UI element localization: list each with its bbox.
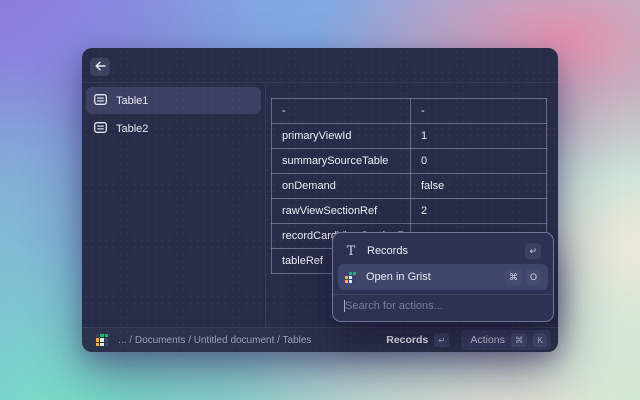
- table-row[interactable]: --: [272, 99, 547, 124]
- status-bar: ... / Documents / Untitled document / Ta…: [82, 327, 558, 352]
- enter-key-icon: ↵: [434, 333, 449, 347]
- command-palette: T Records ↵ Open in Grist ⌘ O: [332, 232, 554, 322]
- command-key-icon: ⌘: [505, 269, 522, 285]
- table-row[interactable]: summarySourceTable0: [272, 149, 547, 174]
- k-key-badge: K: [533, 333, 547, 347]
- shortcut-keys: ⌘ O: [505, 269, 541, 285]
- window-header: [82, 48, 558, 83]
- shortcut-keys: ↵: [525, 243, 541, 259]
- field-name-cell: summarySourceTable: [272, 149, 411, 174]
- command-key-icon: ⌘: [511, 333, 528, 347]
- table-icon: [94, 122, 107, 136]
- table-row[interactable]: rawViewSectionRef2: [272, 199, 547, 224]
- breadcrumb[interactable]: ... / Documents / Untitled document / Ta…: [118, 335, 378, 346]
- back-button[interactable]: [90, 58, 110, 76]
- field-value-cell: false: [411, 174, 547, 199]
- field-name-cell: onDemand: [272, 174, 411, 199]
- palette-item-label: Open in Grist: [366, 271, 431, 283]
- table-row[interactable]: primaryViewId1: [272, 124, 547, 149]
- field-name-cell: primaryViewId: [272, 124, 411, 149]
- field-value-cell: -: [411, 99, 547, 124]
- o-key-badge: O: [526, 269, 541, 285]
- text-caret: [344, 300, 345, 312]
- actions-shortcut-button[interactable]: Actions ⌘ K: [461, 330, 551, 350]
- table-row[interactable]: onDemandfalse: [272, 174, 547, 199]
- sidebar-item-table2[interactable]: Table2: [86, 115, 261, 142]
- grist-logo-icon: [345, 272, 356, 283]
- grist-logo-icon: [96, 334, 108, 346]
- field-value-cell: 0: [411, 149, 547, 174]
- actions-label: Actions: [470, 334, 504, 346]
- palette-item-label: Records: [367, 245, 408, 257]
- search-input[interactable]: [345, 300, 541, 312]
- sidebar-item-label: Table1: [116, 95, 148, 107]
- text-icon: T: [345, 244, 357, 259]
- records-shortcut-button[interactable]: Records ↵: [386, 333, 449, 347]
- palette-search-row: [333, 294, 553, 316]
- field-name-cell: -: [272, 99, 411, 124]
- palette-item-records[interactable]: T Records ↵: [338, 238, 548, 264]
- sidebar: Table1 Table2: [82, 83, 266, 327]
- palette-item-open-in-grist[interactable]: Open in Grist ⌘ O: [338, 264, 548, 290]
- field-value-cell: 2: [411, 199, 547, 224]
- sidebar-item-label: Table2: [116, 123, 148, 135]
- table-icon: [94, 94, 107, 108]
- records-label: Records: [386, 334, 428, 346]
- field-value-cell: 1: [411, 124, 547, 149]
- field-name-cell: rawViewSectionRef: [272, 199, 411, 224]
- enter-key-icon: ↵: [525, 243, 541, 259]
- back-arrow-icon: [95, 58, 106, 76]
- sidebar-item-table1[interactable]: Table1: [86, 87, 261, 114]
